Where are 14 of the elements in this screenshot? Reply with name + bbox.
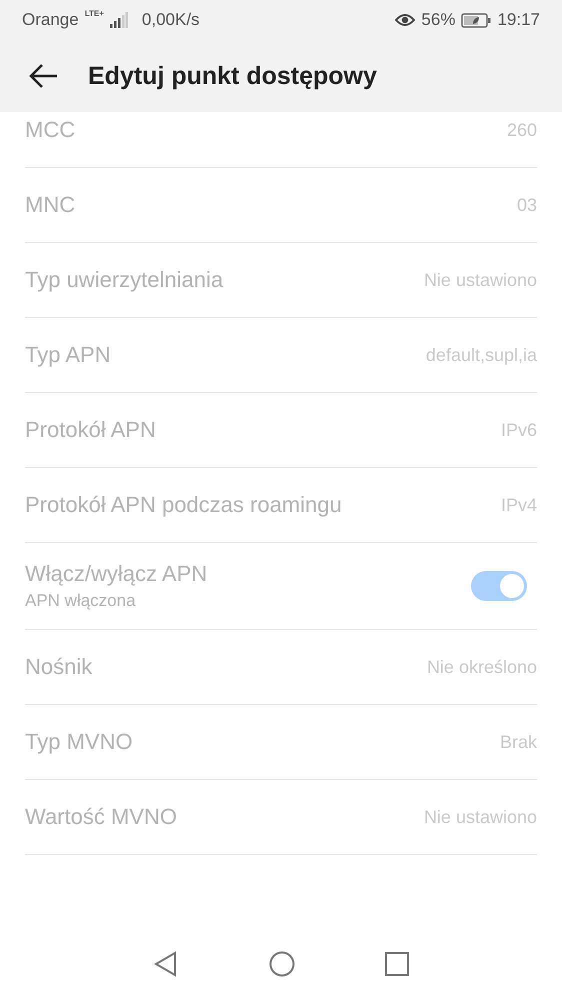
clock: 19:17 xyxy=(497,10,540,30)
setting-summary: APN włączona xyxy=(25,591,137,611)
network-type: LTE+ xyxy=(84,9,104,18)
carrier-name: Orange xyxy=(22,10,79,30)
page-title: Edytuj punkt dostępowy xyxy=(88,62,377,90)
battery-percent: 56% xyxy=(421,10,456,30)
signal-icon xyxy=(110,12,128,28)
back-nav-icon[interactable] xyxy=(153,951,179,977)
eye-icon xyxy=(395,13,416,27)
recents-nav-icon[interactable] xyxy=(385,952,409,976)
home-nav-icon[interactable] xyxy=(269,951,295,977)
battery-icon xyxy=(461,12,492,28)
network-speed: 0,00K/s xyxy=(142,10,200,30)
back-button[interactable] xyxy=(28,63,58,89)
